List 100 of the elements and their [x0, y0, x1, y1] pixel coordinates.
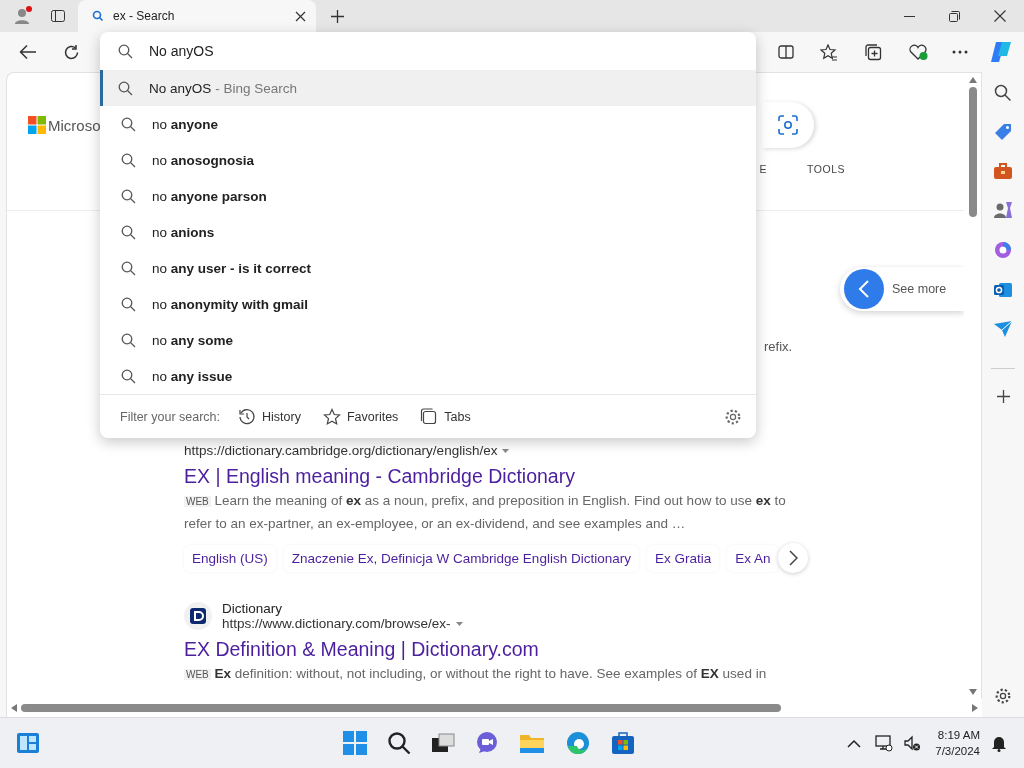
- logo-icon: [28, 116, 46, 134]
- toolbox-icon[interactable]: [993, 162, 1013, 180]
- search-icon: [121, 188, 136, 204]
- refresh-icon[interactable]: [63, 43, 80, 61]
- search-icon[interactable]: [386, 731, 411, 755]
- result-url[interactable]: https://dictionary.cambridge.org/dictionary/english/ex: [184, 443, 498, 458]
- scrollbar-thumb[interactable]: [21, 704, 781, 712]
- games-icon[interactable]: [993, 200, 1013, 220]
- speaker-muted-icon[interactable]: [903, 734, 922, 752]
- caret-icon[interactable]: [502, 448, 510, 453]
- folder-icon[interactable]: [518, 732, 545, 754]
- result-snippet: WEB Learn the meaning of ex as a noun, prefix, and preposition in English. Find out how to use ex to refer to an ex-partner, an ex-employee, or an ex-dividend, and see examples and …: [184, 492, 786, 533]
- visual-search-button[interactable]: [762, 102, 814, 148]
- store-icon[interactable]: [610, 731, 635, 755]
- filter-label: Filter your search:: [120, 409, 221, 424]
- settings-icon[interactable]: [994, 687, 1012, 705]
- related-link-chip[interactable]: Ex An: [727, 544, 779, 572]
- suggestion-item[interactable]: no any issue: [100, 358, 756, 394]
- see-more-button[interactable]: See more: [840, 267, 964, 311]
- clock-time[interactable]: 8:19 AM: [937, 727, 980, 743]
- nav-tab[interactable]: E: [759, 163, 768, 175]
- history-icon: [238, 407, 257, 426]
- suggestion-item[interactable]: no anions: [100, 214, 756, 250]
- scrollbar-thumb[interactable]: [968, 87, 977, 217]
- chat-icon[interactable]: [474, 731, 499, 755]
- result-url[interactable]: https://www.dictionary.com/browse/ex-: [222, 616, 451, 631]
- back-icon[interactable]: [19, 44, 37, 60]
- split-screen-icon[interactable]: [778, 44, 794, 60]
- suggestion-item[interactable]: no anyone: [100, 106, 756, 142]
- search-icon: [121, 368, 136, 384]
- chevron-left-icon: [858, 279, 870, 299]
- clock-date[interactable]: 7/3/2024: [935, 743, 980, 759]
- snippet-text: refix.: [764, 339, 793, 354]
- search-icon[interactable]: [994, 84, 1012, 102]
- caret-icon[interactable]: [455, 622, 463, 626]
- restore-icon[interactable]: [949, 10, 960, 22]
- horizontal-scrollbar[interactable]: [6, 699, 982, 717]
- outlook-icon[interactable]: [993, 280, 1013, 300]
- settings-icon[interactable]: [724, 407, 742, 426]
- suggestion-item[interactable]: No anyOS - Bing Search: [100, 70, 756, 106]
- star-icon: [322, 407, 341, 426]
- close-icon[interactable]: [295, 10, 306, 22]
- tag-icon[interactable]: [993, 122, 1013, 142]
- nav-tab[interactable]: TOOLS: [807, 163, 845, 175]
- network-icon[interactable]: [875, 734, 894, 752]
- suggestion-item[interactable]: no anonymity with gmail: [100, 286, 756, 322]
- logo-text: Microso: [48, 116, 101, 134]
- filter-button[interactable]: Favorites: [322, 407, 399, 426]
- suggestion-item[interactable]: no any some: [100, 322, 756, 358]
- related-link-chip[interactable]: English (US): [184, 544, 276, 572]
- result-snippet: WEB Ex definition: without, not including, or without the right to have. See examples of EX used in: [184, 665, 768, 683]
- edge-icon[interactable]: [564, 730, 591, 756]
- collections-icon[interactable]: [864, 43, 882, 61]
- related-link-chip[interactable]: Ex Gratia: [646, 544, 720, 572]
- tabs-icon: [420, 407, 439, 426]
- search-icon: [92, 10, 104, 22]
- site-name: Dictionary: [222, 601, 284, 616]
- scroll-up-icon[interactable]: [968, 77, 977, 83]
- search-icon: [121, 224, 136, 240]
- next-button[interactable]: [778, 543, 809, 573]
- new-tab-icon[interactable]: [330, 8, 345, 24]
- search-icon: [121, 116, 136, 132]
- search-icon: [121, 152, 136, 168]
- heart-icon[interactable]: [908, 43, 928, 61]
- suggestion-item[interactable]: no anosognosia: [100, 142, 756, 178]
- related-link-chip[interactable]: Znaczenie Ex, Definicja W Cambridge English Dictionary: [283, 544, 639, 572]
- scroll-left-icon[interactable]: [11, 704, 17, 712]
- address-field[interactable]: No anyOS: [149, 43, 549, 59]
- chevron-right-icon: [789, 550, 798, 566]
- camera-icon: [778, 115, 798, 135]
- task-view-icon[interactable]: [430, 732, 455, 754]
- add-icon[interactable]: [995, 389, 1011, 404]
- search-icon: [121, 260, 136, 276]
- notification-bell-icon[interactable]: [990, 734, 1008, 752]
- filter-button[interactable]: History: [238, 407, 301, 426]
- search-icon: [118, 43, 133, 59]
- close-icon[interactable]: [994, 10, 1006, 22]
- copilot-icon[interactable]: [988, 40, 1014, 64]
- suggestion-item[interactable]: no any user - is it correct: [100, 250, 756, 286]
- search-icon: [121, 296, 136, 312]
- more-icon[interactable]: [952, 50, 968, 54]
- chevron-up-icon[interactable]: [847, 738, 862, 748]
- vertical-tabs-icon[interactable]: [50, 8, 66, 24]
- result-title-link[interactable]: EX | English meaning - Cambridge Dictionary: [184, 465, 575, 488]
- send-icon[interactable]: [993, 320, 1013, 338]
- widgets-icon[interactable]: [16, 732, 40, 754]
- filter-button[interactable]: Tabs: [420, 407, 471, 426]
- start-icon[interactable]: [342, 731, 367, 755]
- scroll-down-icon[interactable]: [968, 689, 977, 695]
- office-icon[interactable]: [993, 240, 1013, 260]
- favorites-icon[interactable]: [820, 43, 838, 61]
- profile-icon[interactable]: [12, 5, 34, 27]
- scroll-right-icon[interactable]: [972, 704, 978, 712]
- browser-tab[interactable]: ex - Search: [78, 0, 316, 32]
- site-icon: [184, 602, 212, 630]
- suggestion-item[interactable]: no anyone parson: [100, 178, 756, 214]
- search-icon: [118, 80, 133, 96]
- result-title-link[interactable]: EX Definition & Meaning | Dictionary.com: [184, 638, 539, 661]
- tab-title: ex - Search: [113, 9, 176, 23]
- search-icon: [121, 332, 136, 348]
